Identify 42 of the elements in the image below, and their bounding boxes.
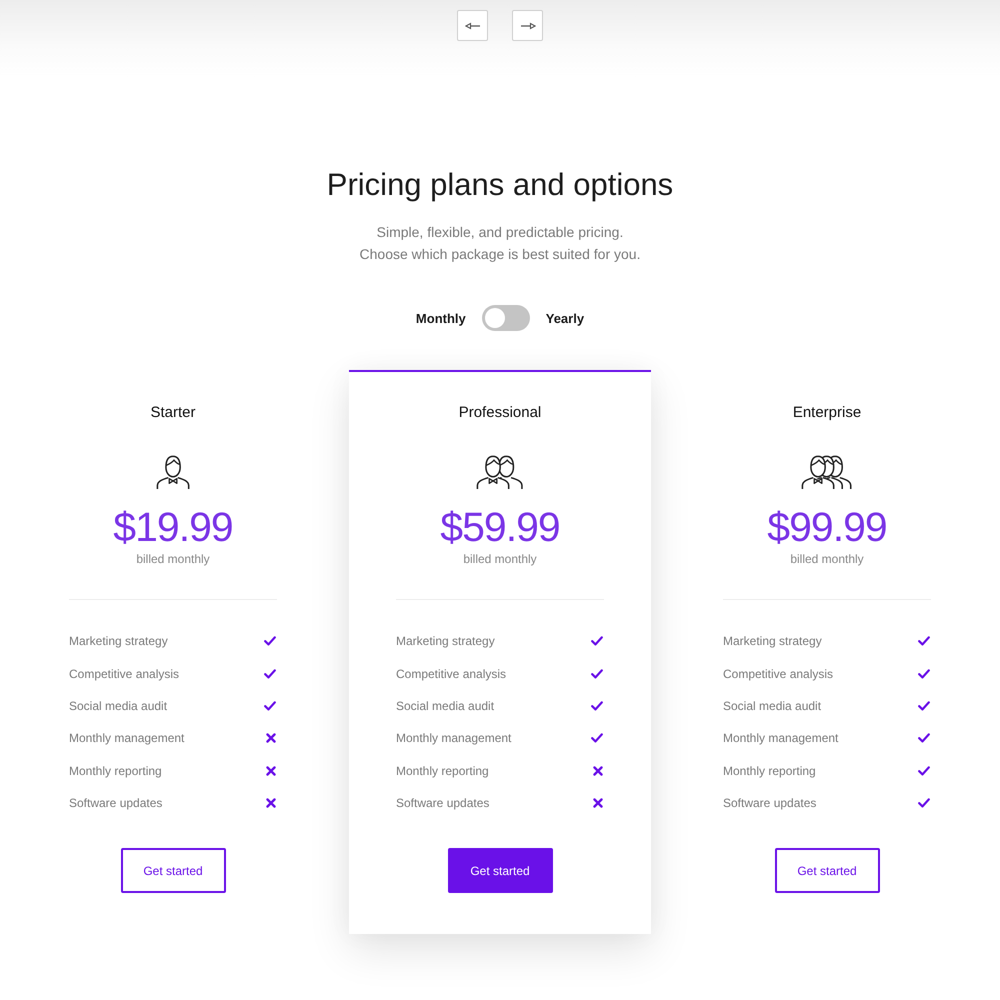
feature-label: Software updates [396,796,490,810]
feature-label: Competitive analysis [69,666,180,681]
feature-label: Marketing strategy [723,634,822,648]
plan-price: $19.99 [113,504,233,550]
feature-label: Marketing strategy [396,634,495,648]
plan-name: Starter [150,403,196,423]
arrow-right-icon [520,22,536,30]
person-icon [156,454,190,490]
plan-name: Enterprise [792,403,862,423]
yearly-label: Yearly [546,310,584,326]
feature-label: Competitive analysis [723,666,834,681]
plan-price: $99.99 [767,504,887,550]
billing-toggle[interactable] [482,305,530,331]
feature-label: Social media audit [396,698,494,713]
feature-label: Social media audit [723,698,822,713]
arrow-left-icon [464,22,480,30]
monthly-label: Monthly [416,310,466,326]
get-started-button[interactable]: Get started [448,848,552,894]
billing-period: billed monthly [463,551,537,567]
people-icon [476,454,524,490]
feature-label: Monthly reporting [396,764,489,778]
feature-label: Software updates [69,796,162,810]
feature-label: Monthly management [396,731,512,746]
get-started-button[interactable]: Get started [120,848,226,894]
billing-period: billed monthly [790,551,864,567]
previous-button[interactable] [457,10,488,41]
get-started-button[interactable]: Get started [774,848,880,894]
feature-label: Social media audit [69,698,168,713]
billing-period: billed monthly [136,551,210,567]
people-icon [801,454,853,490]
feature-label: Monthly reporting [723,764,816,778]
next-button[interactable] [512,10,543,41]
page-title: Pricing plans and options [326,166,674,204]
page-subtitle: Simple, flexible, and predictable pricing. Choose which package is best suited for you. [358,223,642,264]
plan-price: $59.99 [440,504,560,550]
feature-label: Competitive analysis [396,666,506,681]
feature-label: Marketing strategy [69,634,168,648]
feature-label: Monthly management [723,731,838,746]
plan-name: Professional [458,403,542,423]
feature-label: Monthly management [69,731,184,746]
feature-label: Software updates [723,796,816,810]
feature-label: Monthly reporting [69,764,162,778]
